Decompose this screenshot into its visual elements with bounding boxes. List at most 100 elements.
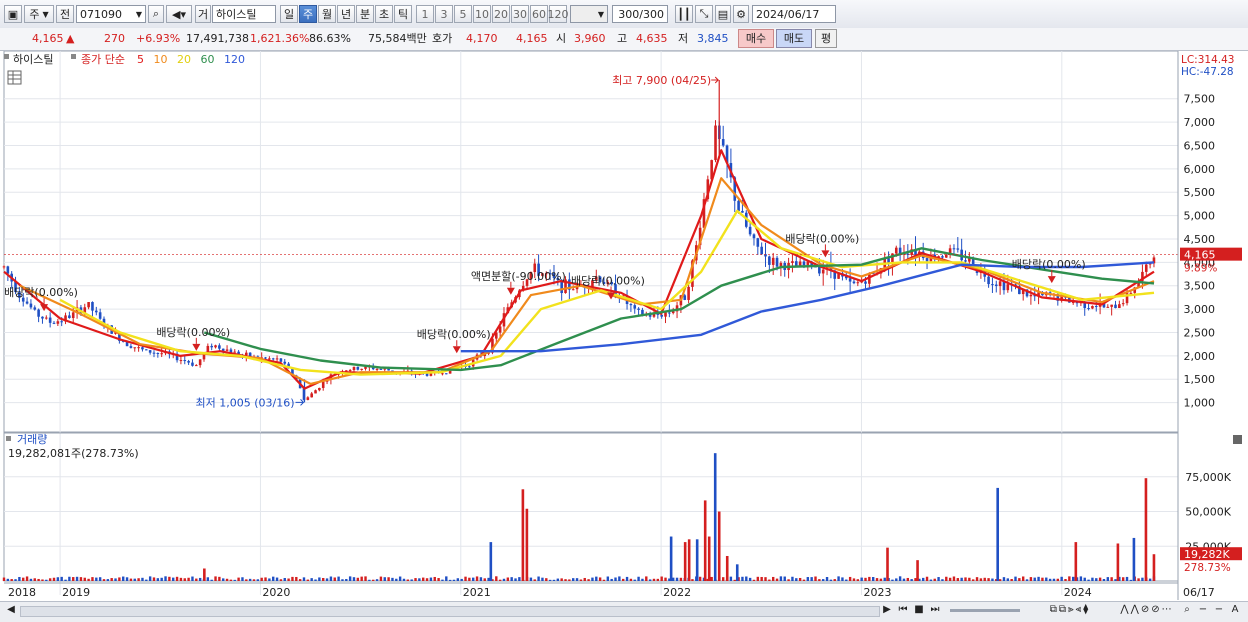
volume-bar [260, 577, 263, 581]
chevron-down-icon: ▼ [597, 9, 604, 19]
y-tick-label: 5,500 [1184, 186, 1216, 199]
volume-bar [464, 576, 467, 581]
volume-bar [979, 578, 983, 581]
candle-body [802, 261, 806, 266]
interval-tab[interactable]: 1 [416, 5, 434, 23]
volume-bar [991, 578, 994, 581]
speaker-icon[interactable]: ◀▾ [166, 5, 192, 23]
interval-tab[interactable]: 30 [511, 5, 529, 23]
candle-body [944, 254, 948, 258]
volume-bar [218, 576, 221, 581]
volume-bar [1060, 576, 1063, 581]
interval-tab[interactable]: 5 [454, 5, 472, 23]
scroll-right-icon[interactable]: ▶ [880, 603, 894, 617]
legend-stock: 하이스틸 [13, 52, 53, 66]
stock-name-field[interactable]: 하이스틸 [212, 5, 276, 23]
y-tick-label: 3,000 [1184, 303, 1216, 316]
zoom-icon[interactable]: ⌕ [1180, 603, 1194, 617]
volume-spike-bar [1144, 478, 1148, 581]
font-size-icon[interactable]: A [1228, 603, 1242, 617]
period-tab[interactable]: 일 [280, 5, 298, 23]
open-label: 시 [556, 32, 567, 45]
candle-body [994, 284, 998, 287]
legend-square-icon [71, 54, 76, 59]
code-input[interactable]: 071090 ▼ [76, 5, 146, 23]
volume-bar [429, 577, 433, 581]
interval-tab[interactable]: 20 [492, 5, 510, 23]
interval-tab[interactable]: 60 [530, 5, 548, 23]
period-tab[interactable]: 주 [299, 5, 317, 23]
candle-body [279, 358, 283, 362]
candle-body [375, 368, 379, 370]
close-icon[interactable] [1233, 435, 1242, 444]
volume-bar [195, 578, 198, 581]
volume-bar [252, 579, 256, 581]
search-icon[interactable]: ⌕ [148, 5, 164, 23]
buy-button[interactable]: 매수 [738, 29, 774, 48]
minus-icon-2[interactable]: − [1212, 603, 1226, 617]
x-tick-label: 2018 [8, 586, 36, 599]
interval-select[interactable]: ▼ [570, 5, 608, 23]
count-input[interactable]: 300/300 [612, 5, 668, 23]
interval-tab[interactable]: 10 [473, 5, 491, 23]
mode-button[interactable]: 거 [195, 5, 211, 23]
volume-bar [756, 576, 760, 581]
volume-bar [729, 576, 733, 581]
volume-bar [1106, 577, 1110, 581]
candle-body [637, 308, 640, 310]
candle-body [183, 360, 187, 362]
volume-bar [871, 577, 875, 581]
candle-icon[interactable]: ┃┃ [675, 5, 693, 23]
volume-bar [352, 577, 356, 581]
save-icon[interactable]: ▤ [715, 5, 731, 23]
period-tab[interactable]: 초 [375, 5, 393, 23]
volume-tick-label: 50,000K [1185, 506, 1231, 519]
avg-button[interactable]: 평 [815, 29, 837, 48]
volume-bar [418, 578, 421, 581]
candle-body [179, 360, 183, 362]
forward-icon[interactable]: ⏭ [928, 603, 942, 617]
period-tab[interactable]: 월 [318, 5, 336, 23]
volume-bar [948, 577, 952, 581]
candle-body [571, 289, 575, 291]
volume-bar [802, 579, 806, 581]
volume-spike-bar [717, 511, 721, 581]
price: 4,165 [32, 32, 64, 45]
prev-button[interactable]: 전 [56, 5, 74, 23]
volume-bar [891, 579, 894, 581]
event-label: 액면분할(-90.00%) [471, 270, 566, 283]
scroll-track[interactable] [20, 606, 880, 617]
period-select[interactable]: 주 ▼ [24, 5, 54, 23]
gear-icon[interactable]: ⚙ [733, 5, 749, 23]
stop-icon[interactable]: ■ [912, 603, 926, 617]
volume-bar [822, 579, 825, 581]
table-icon[interactable] [7, 70, 22, 85]
window-icon[interactable]: ▣ [4, 5, 22, 23]
volume-bar [333, 577, 336, 581]
volume-bar [122, 576, 125, 581]
zoom-slider[interactable] [950, 609, 1020, 612]
rewind-icon[interactable]: ⏮ [896, 603, 910, 617]
volume-bar [925, 576, 929, 581]
candle-body [56, 321, 60, 324]
sell-button[interactable]: 매도 [776, 29, 812, 48]
interval-tab[interactable]: 3 [435, 5, 453, 23]
interval-tab[interactable]: 120 [548, 5, 569, 23]
candle-body [41, 316, 44, 319]
minus-icon[interactable]: − [1196, 603, 1210, 617]
period-tab[interactable]: 틱 [394, 5, 412, 23]
period-tab[interactable]: 분 [356, 5, 374, 23]
price-chart[interactable]: 배당락(0.00%) 배당락(0.00%) 배당락(0.00%) 액면분할(-90.0… [0, 51, 1248, 601]
volume-bar [460, 578, 463, 581]
volume-bar [291, 576, 294, 581]
line-tool-icon[interactable]: ⤡ [695, 5, 713, 23]
drawing-tools-icon[interactable]: ⧉⧉⫸⫷⧫ [1030, 603, 1110, 617]
date-input[interactable]: 2024/06/17 [752, 5, 836, 23]
scroll-left-icon[interactable]: ◀ [4, 603, 18, 617]
volume-bar [302, 577, 306, 581]
chart-tools-icon[interactable]: ⋀⋀⊘⊘⋯ [1114, 603, 1180, 617]
volume-bar [587, 579, 590, 581]
volume-bar [783, 576, 786, 581]
volume-bar [537, 576, 540, 581]
period-tab[interactable]: 년 [337, 5, 355, 23]
